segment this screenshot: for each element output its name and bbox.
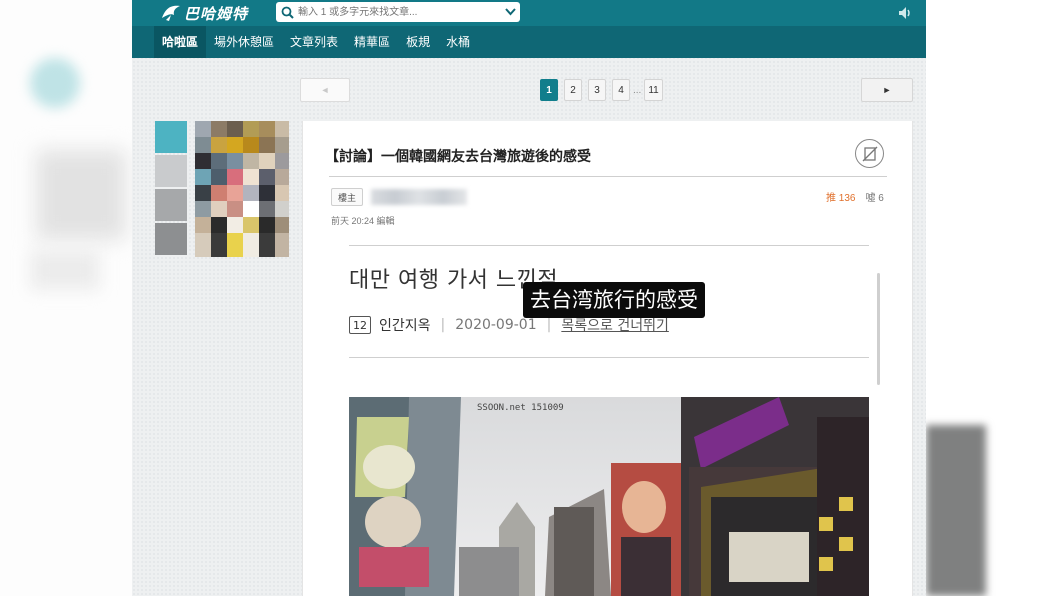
nav-item-bucket[interactable]: 水桶 — [438, 26, 478, 58]
pagination-ellipsis: ... — [633, 84, 642, 96]
article-bottom-rule — [349, 357, 869, 358]
title-divider — [329, 176, 887, 177]
gp-count[interactable]: 推 136 — [826, 189, 855, 204]
bp-count[interactable]: 噓 6 — [865, 189, 883, 204]
search-box[interactable] — [276, 2, 520, 22]
nav-item-hala[interactable]: 哈啦區 — [154, 26, 207, 58]
blurred-panel-right — [926, 425, 986, 596]
avatar[interactable] — [195, 121, 289, 257]
user-badge-icon[interactable] — [155, 155, 187, 187]
article-meta: 12 인간지옥 | 2020-09-01 | 목록으로 건너뛰기 — [349, 315, 669, 335]
article-top-rule — [349, 245, 869, 246]
meta-separator: | — [546, 317, 552, 333]
dragon-logo-icon — [160, 3, 182, 23]
page-number-3[interactable]: 3 — [588, 79, 606, 101]
blurred-panel-left — [36, 150, 126, 240]
nav-item-featured[interactable]: 精華區 — [346, 26, 398, 58]
page-number-1[interactable]: 1 — [540, 79, 558, 101]
site-logo[interactable]: 巴哈姆特 — [160, 0, 248, 26]
post-title: 【討論】一個韓國網友去台灣旅遊後的感受 — [325, 148, 591, 164]
author-role-badge: 樓主 — [331, 188, 363, 206]
screenshot-stage: 巴哈姆特 哈啦區 場外休憩區 文章列表 精華區 板規 水桶 — [0, 0, 1060, 596]
article-date: 2020-09-01 — [455, 317, 537, 333]
page-number-2[interactable]: 2 — [564, 79, 582, 101]
nav-item-lounge[interactable]: 場外休憩區 — [206, 26, 282, 58]
post-card: 【討論】一個韓國網友去台灣旅遊後的感受 樓主 前天 20:24 編輯 推 136… — [302, 121, 913, 596]
page-number-last[interactable]: 11 — [644, 79, 663, 101]
article-author: 인간지옥 — [379, 318, 431, 334]
blurred-avatar-left — [30, 58, 80, 108]
embedded-article-image: 대만 여행 가서 느낀점 12 인간지옥 | 2020-09-01 | 목록으로… — [349, 245, 880, 596]
board-nav: 哈啦區 場外休憩區 文章列表 精華區 板規 水桶 — [132, 26, 926, 58]
author-name-blurred[interactable] — [371, 189, 467, 205]
user-badge-icon[interactable] — [155, 223, 187, 255]
next-page-button[interactable]: ► — [861, 78, 913, 102]
nav-item-article-list[interactable]: 文章列表 — [282, 26, 346, 58]
nav-item-rules[interactable]: 板規 — [398, 26, 438, 58]
page-number-4[interactable]: 4 — [612, 79, 630, 101]
logo-text: 巴哈姆特 — [184, 5, 249, 23]
photo-watermark: SSOON.net 151009 — [477, 403, 564, 413]
level-badge: 12 — [349, 316, 371, 334]
article-scrollbar — [877, 273, 880, 385]
prev-page-button[interactable]: ◄ — [300, 78, 350, 102]
translation-caption: 去台湾旅行的感受 — [523, 282, 705, 318]
speaker-icon[interactable] — [896, 4, 914, 22]
no-ad-icon[interactable] — [855, 139, 884, 168]
post-stats: 推 136 噓 6 — [826, 189, 884, 204]
post-timestamp: 前天 20:24 編輯 — [331, 216, 395, 226]
blurred-panel-left-2 — [30, 250, 100, 290]
meta-separator: | — [440, 317, 446, 333]
search-icon[interactable] — [276, 2, 298, 22]
top-bar: 巴哈姆特 — [132, 0, 926, 26]
user-badge-icon[interactable] — [155, 189, 187, 221]
user-badges — [155, 121, 187, 255]
forum-page: 巴哈姆特 哈啦區 場外休憩區 文章列表 精華區 板規 水桶 — [132, 0, 926, 596]
skip-to-list-link: 목록으로 건너뛰기 — [561, 318, 669, 334]
search-input[interactable] — [298, 3, 500, 21]
user-badge-icon[interactable] — [155, 121, 187, 153]
pagination: 1 2 3 4 ... 11 — [540, 79, 669, 101]
street-photo: SSOON.net 151009 — [349, 397, 869, 596]
chevron-down-icon[interactable] — [500, 2, 520, 22]
